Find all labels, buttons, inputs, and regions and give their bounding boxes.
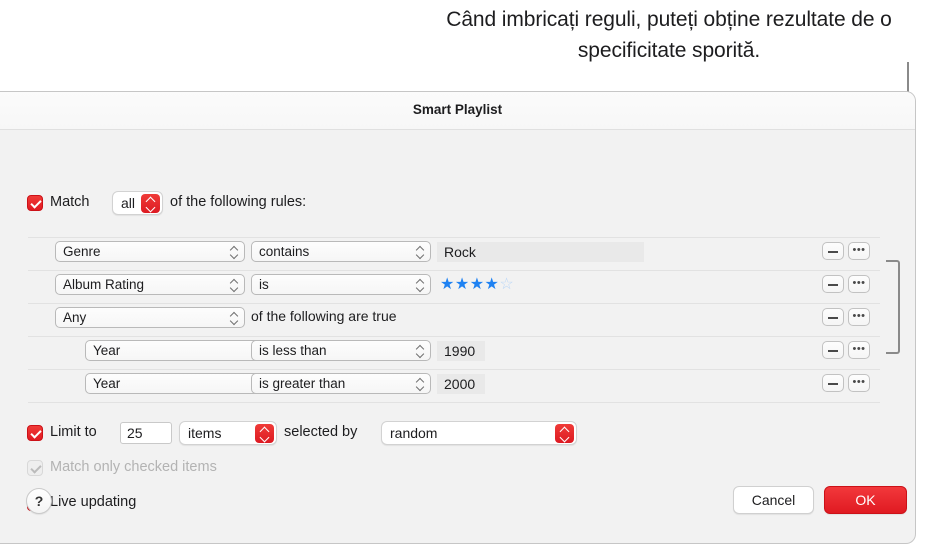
rule-condition-select[interactable]: is <box>251 274 431 295</box>
rule-star-rating[interactable]: ★★★★☆ <box>440 274 514 294</box>
limit-order-select[interactable]: random <box>381 421 577 445</box>
remove-rule-button[interactable] <box>822 341 844 359</box>
star-filled-icon[interactable]: ★ <box>455 276 470 293</box>
limit-label: Limit to <box>50 424 97 440</box>
star-filled-icon[interactable]: ★ <box>440 276 455 293</box>
rule-separator <box>28 402 880 403</box>
nested-rules-bracket <box>886 260 900 354</box>
stepper-chevrons-icon[interactable] <box>141 194 160 213</box>
rule-separator <box>28 303 880 304</box>
rule-value-input[interactable] <box>437 242 644 262</box>
help-button[interactable]: ? <box>26 488 52 514</box>
rule-group-value: Any <box>63 310 87 325</box>
remove-rule-button[interactable] <box>822 242 844 260</box>
dialog-titlebar: Smart Playlist <box>0 92 915 130</box>
chevron-up-down-icon <box>416 378 424 391</box>
match-only-checked-label: Match only checked items <box>50 459 217 475</box>
ok-button-label: OK <box>855 492 876 508</box>
star-filled-icon[interactable]: ★ <box>470 276 485 293</box>
stepper-chevrons-icon[interactable] <box>555 424 574 443</box>
rule-options-button[interactable] <box>848 336 870 362</box>
rule-condition-select[interactable]: is less than <box>251 340 431 361</box>
rule-condition-value: is greater than <box>259 376 346 391</box>
remove-rule-button[interactable] <box>822 374 844 392</box>
annotation-text: Când imbricați reguli, puteți obține rez… <box>446 8 892 62</box>
match-operator-value: all <box>121 195 136 211</box>
cancel-button-label: Cancel <box>751 492 796 508</box>
match-only-checked-checkbox <box>27 460 43 476</box>
match-suffix-label: of the following rules: <box>170 194 307 210</box>
limit-amount-input[interactable] <box>120 422 172 444</box>
rule-field-value: Year <box>93 343 121 358</box>
remove-rule-button[interactable] <box>822 275 844 293</box>
ok-button[interactable]: OK <box>824 486 907 514</box>
rule-field-value: Year <box>93 376 121 391</box>
match-label: Match <box>50 194 90 210</box>
smart-playlist-dialog: Smart Playlist Match all of the followin… <box>0 91 916 544</box>
rule-value-input[interactable] <box>437 374 485 394</box>
limit-checkbox[interactable] <box>27 425 43 441</box>
rule-field-select[interactable]: Year <box>85 340 275 361</box>
cancel-button[interactable]: Cancel <box>733 486 814 514</box>
rule-field-value: Genre <box>63 244 101 259</box>
rule-separator <box>28 237 880 238</box>
rule-field-select[interactable]: Year <box>85 373 275 394</box>
chevron-up-down-icon <box>230 312 238 325</box>
remove-rule-button[interactable] <box>822 308 844 326</box>
match-operator-select[interactable]: all <box>112 191 163 215</box>
star-empty-icon[interactable]: ☆ <box>499 276 514 293</box>
chevron-up-down-icon <box>230 279 238 292</box>
limit-unit-select[interactable]: items <box>179 421 277 445</box>
rule-condition-select[interactable]: is greater than <box>251 373 431 394</box>
rule-value-input[interactable] <box>437 341 485 361</box>
rule-group-suffix-label: of the following are true <box>251 308 397 324</box>
chevron-up-down-icon <box>416 246 424 259</box>
dialog-footer: ? Cancel OK <box>0 478 915 543</box>
rule-group-select[interactable]: Any <box>55 307 245 328</box>
selected-by-label: selected by <box>284 424 358 440</box>
dialog-body: Match all of the following rules: Genre … <box>0 130 915 543</box>
star-filled-icon[interactable]: ★ <box>485 276 500 293</box>
rule-field-select[interactable]: Genre <box>55 241 245 262</box>
rule-condition-value: is <box>259 277 269 292</box>
stepper-chevrons-icon[interactable] <box>255 424 274 443</box>
rule-condition-value: contains <box>259 244 310 259</box>
rule-separator <box>28 270 880 271</box>
dialog-title: Smart Playlist <box>412 102 503 117</box>
chevron-up-down-icon <box>416 279 424 292</box>
chevron-up-down-icon <box>230 246 238 259</box>
question-mark-icon: ? <box>34 493 44 509</box>
rule-options-button[interactable] <box>848 369 870 395</box>
rule-separator <box>28 336 880 337</box>
limit-unit-value: items <box>188 425 222 441</box>
rule-condition-select[interactable]: contains <box>251 241 431 262</box>
rule-field-select[interactable]: Album Rating <box>55 274 245 295</box>
rule-separator <box>28 369 880 370</box>
rule-options-button[interactable] <box>848 270 870 296</box>
screenshot-root: Când imbricați reguli, puteți obține rez… <box>0 0 931 556</box>
match-checkbox[interactable] <box>27 195 43 211</box>
limit-order-value: random <box>390 425 438 441</box>
rule-options-button[interactable] <box>848 237 870 263</box>
chevron-up-down-icon <box>416 345 424 358</box>
rule-options-button[interactable] <box>848 303 870 329</box>
rule-field-value: Album Rating <box>63 277 145 292</box>
rule-condition-value: is less than <box>259 343 327 358</box>
